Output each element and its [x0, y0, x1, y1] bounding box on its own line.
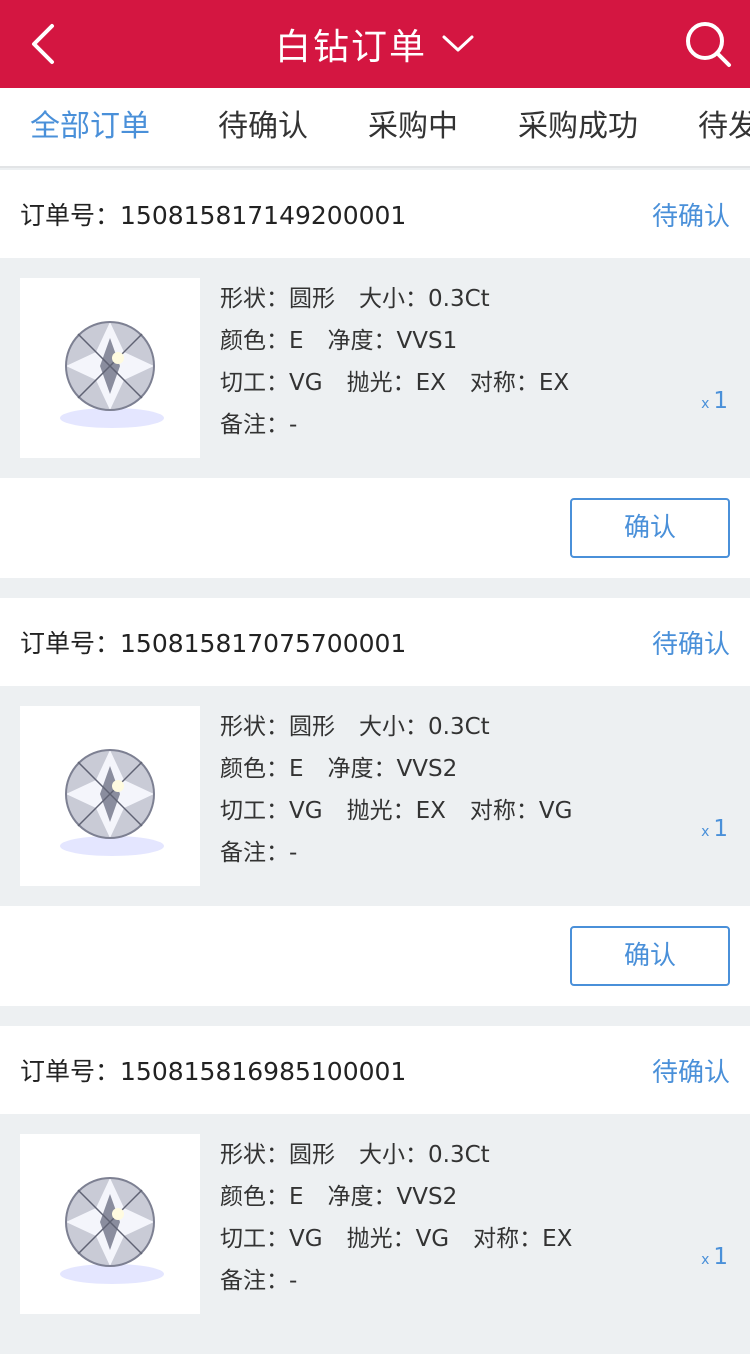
- spec-clarity: 净度：VVS2: [327, 756, 458, 782]
- order-number: 150815816985100001: [120, 1057, 407, 1086]
- spec-polish: 抛光：VG: [346, 1226, 450, 1252]
- spec-remark: 备注：-: [220, 840, 298, 866]
- chevron-down-icon[interactable]: [441, 34, 475, 54]
- spec-polish: 抛光：EX: [346, 798, 446, 824]
- order-header: 订单号：150815817075700001 待确认: [0, 598, 750, 686]
- diamond-image: [20, 706, 200, 886]
- quantity-value: 1: [713, 388, 728, 414]
- spec-size: 大小：0.3Ct: [359, 714, 490, 740]
- order-card[interactable]: 订单号：150815816985100001 待确认 形状：圆形 大小：0.3Ct…: [0, 1026, 750, 1334]
- spec-color: 颜色：E: [220, 328, 304, 354]
- spec-color: 颜色：E: [220, 1184, 304, 1210]
- order-status: 待确认: [651, 201, 730, 232]
- spec-clarity: 净度：VVS2: [327, 1184, 458, 1210]
- order-footer: 确认: [0, 478, 750, 578]
- search-icon[interactable]: [684, 20, 732, 68]
- spec-cut: 切工：VG: [220, 1226, 323, 1252]
- order-header: 订单号：150815816985100001 待确认: [0, 1026, 750, 1114]
- tab-pending-confirm[interactable]: 待确认: [218, 88, 308, 166]
- spec-shape: 形状：圆形: [220, 714, 335, 740]
- nav-bar: 白钻订单: [0, 0, 750, 88]
- order-status: 待确认: [651, 629, 730, 660]
- spec-size: 大小：0.3Ct: [359, 286, 490, 312]
- tab-purchasing[interactable]: 采购中: [368, 88, 458, 166]
- order-footer: 确认: [0, 906, 750, 1006]
- quantity-x: x: [701, 824, 710, 840]
- back-chevron-icon[interactable]: [22, 22, 66, 66]
- order-header: 订单号：150815817149200001 待确认: [0, 170, 750, 258]
- confirm-button[interactable]: 确认: [570, 498, 730, 558]
- spec-cut: 切工：VG: [220, 370, 323, 396]
- order-card[interactable]: 订单号：150815817075700001 待确认 形状：圆形 大小：0.3Ct…: [0, 598, 750, 1006]
- page-title[interactable]: 白钻订单: [275, 18, 427, 70]
- order-number: 150815817075700001: [120, 629, 407, 658]
- order-item[interactable]: 形状：圆形 大小：0.3Ct 颜色：E 净度：VVS2 切工：VG 抛光：VG 对称：E…: [0, 1114, 750, 1334]
- confirm-button[interactable]: 确认: [570, 926, 730, 986]
- spec-color: 颜色：E: [220, 756, 304, 782]
- spec-clarity: 净度：VVS1: [327, 328, 458, 354]
- spec-size: 大小：0.3Ct: [359, 1142, 490, 1168]
- spec-shape: 形状：圆形: [220, 1142, 335, 1168]
- order-number: 150815817149200001: [120, 201, 407, 230]
- order-number-label: 订单号：: [20, 201, 121, 230]
- quantity: x1: [701, 1244, 728, 1270]
- spec-remark: 备注：-: [220, 1268, 298, 1294]
- tab-pending-ship[interactable]: 待发: [698, 88, 750, 166]
- tab-purchase-success[interactable]: 采购成功: [518, 88, 638, 166]
- spec-symmetry: 对称：EX: [469, 370, 570, 396]
- tab-all-orders[interactable]: 全部订单: [30, 88, 150, 166]
- spec-symmetry: 对称：EX: [473, 1226, 573, 1252]
- quantity: x1: [701, 816, 728, 842]
- quantity-x: x: [701, 1252, 710, 1268]
- diamond-image: [20, 278, 200, 458]
- order-status: 待确认: [651, 1057, 730, 1088]
- order-number-label: 订单号：: [20, 1057, 121, 1086]
- spec-polish: 抛光：EX: [346, 370, 446, 396]
- quantity-value: 1: [713, 816, 728, 842]
- diamond-specs: 形状：圆形 大小：0.3Ct 颜色：E 净度：VVS1 切工：VG 抛光：EX 对称：E…: [220, 278, 593, 446]
- spec-shape: 形状：圆形: [220, 286, 335, 312]
- order-card[interactable]: 订单号：150815817149200001 待确认 形状：圆形 大小：0.3Ct…: [0, 170, 750, 578]
- order-list: 订单号：150815817149200001 待确认 形状：圆形 大小：0.3Ct…: [0, 170, 750, 1354]
- quantity-value: 1: [713, 1244, 728, 1270]
- order-status-tabs: 全部订单 待确认 采购中 采购成功 待发: [0, 88, 750, 168]
- spec-cut: 切工：VG: [220, 798, 323, 824]
- order-item[interactable]: 形状：圆形 大小：0.3Ct 颜色：E 净度：VVS1 切工：VG 抛光：EX 对称：E…: [0, 258, 750, 478]
- order-number-label: 订单号：: [20, 629, 121, 658]
- quantity: x1: [701, 388, 728, 414]
- diamond-specs: 形状：圆形 大小：0.3Ct 颜色：E 净度：VVS2 切工：VG 抛光：EX 对称：V…: [220, 706, 596, 874]
- quantity-x: x: [701, 396, 710, 412]
- diamond-image: [20, 1134, 200, 1314]
- spec-symmetry: 对称：VG: [469, 798, 573, 824]
- order-item[interactable]: 形状：圆形 大小：0.3Ct 颜色：E 净度：VVS2 切工：VG 抛光：EX 对称：V…: [0, 686, 750, 906]
- spec-remark: 备注：-: [220, 412, 298, 438]
- diamond-specs: 形状：圆形 大小：0.3Ct 颜色：E 净度：VVS2 切工：VG 抛光：VG 对称：E…: [220, 1134, 596, 1302]
